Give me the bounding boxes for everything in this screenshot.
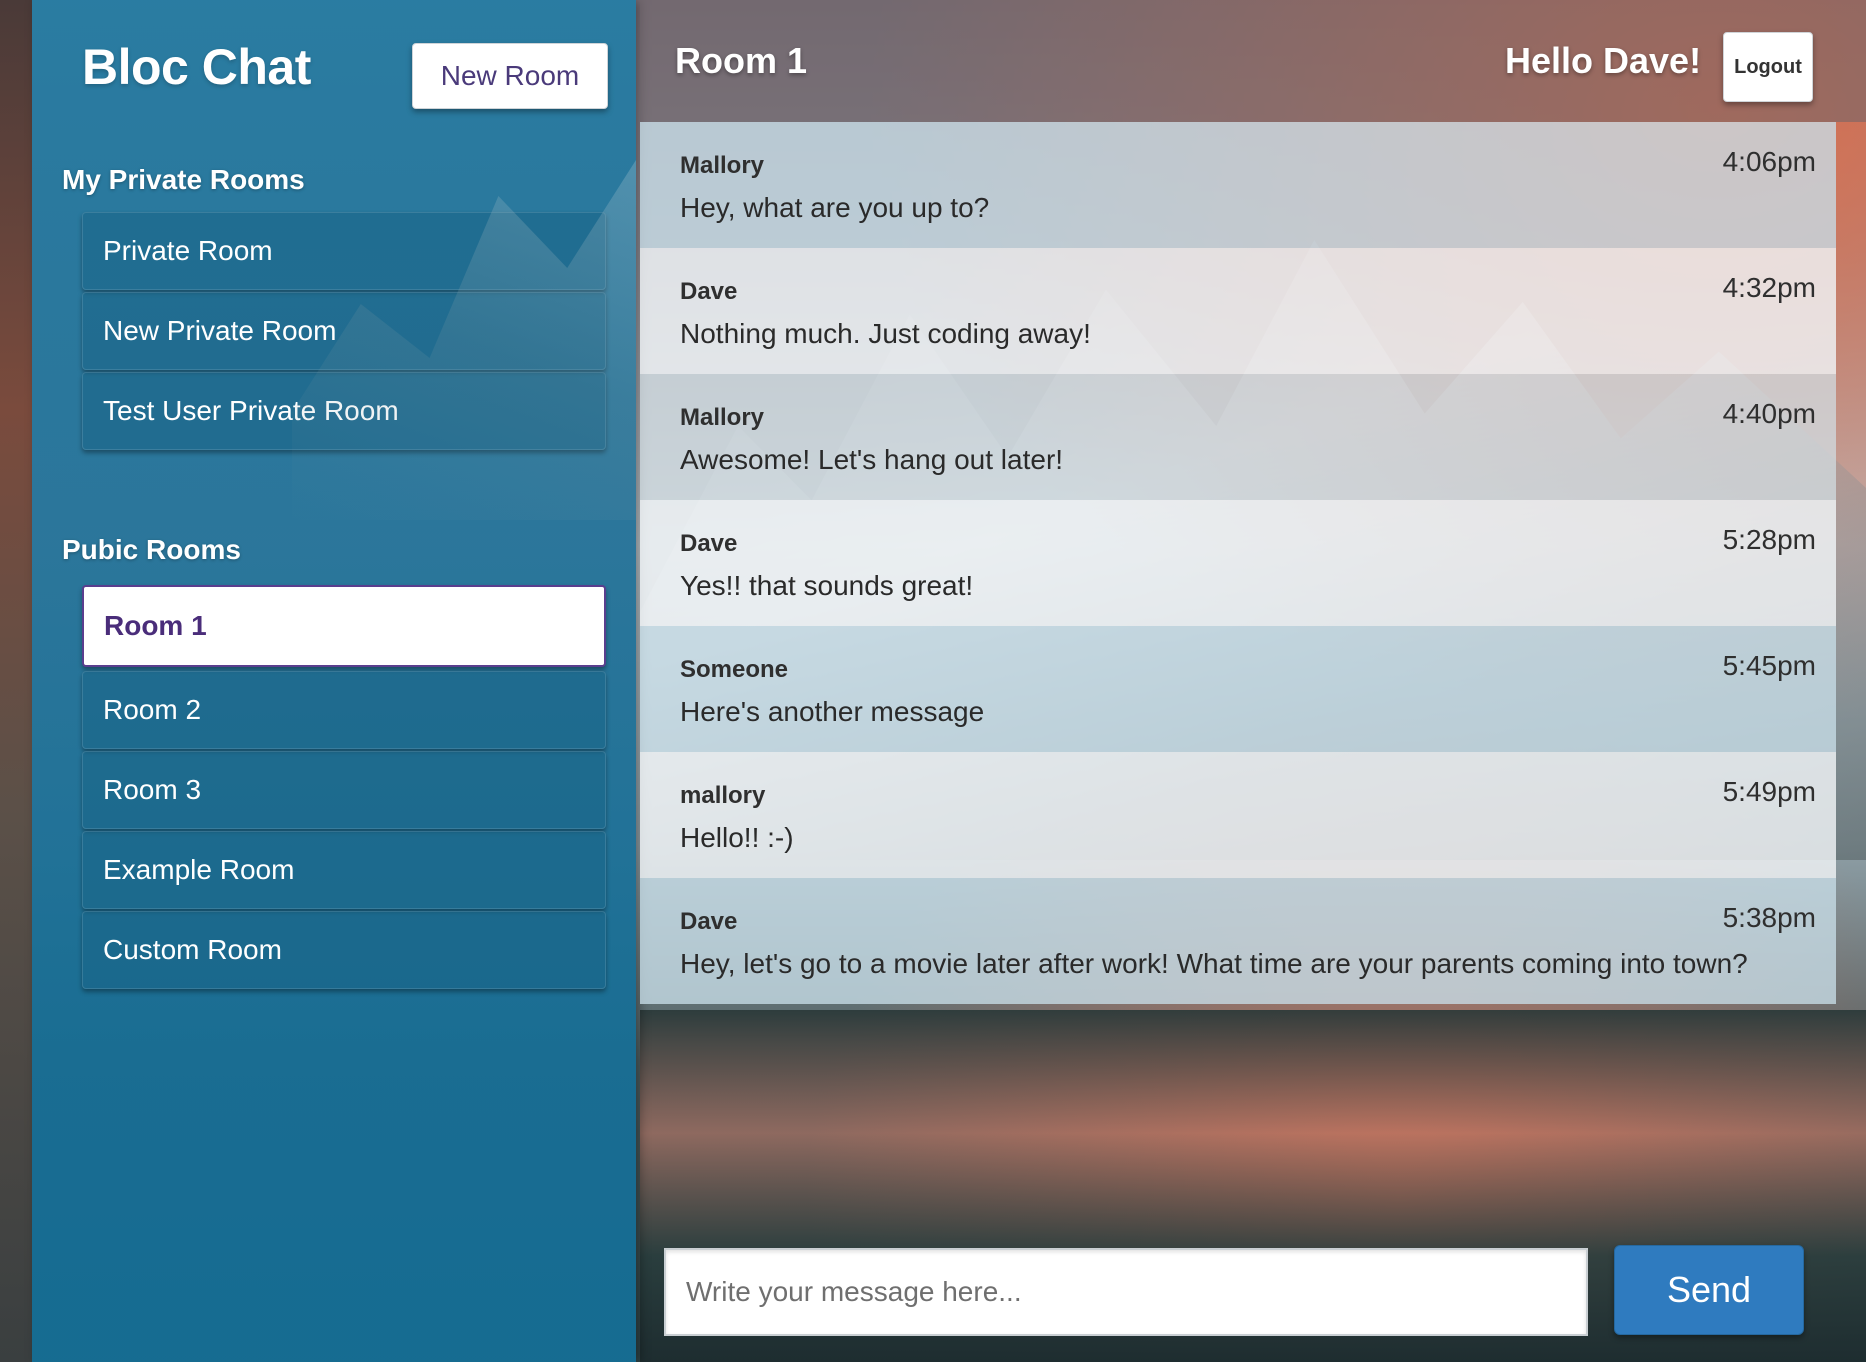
- message-row: Dave 5:28pm Yes!! that sounds great!: [640, 500, 1836, 626]
- message-text: Yes!! that sounds great!: [680, 570, 974, 601]
- app-title: Bloc Chat: [82, 39, 311, 95]
- message-username: Someone: [680, 656, 789, 683]
- private-room-item[interactable]: Test User Private Room: [82, 372, 606, 450]
- public-room-item-active[interactable]: Room 1: [82, 585, 606, 667]
- sidebar: Bloc Chat New Room My Private Rooms Priv…: [32, 0, 636, 1362]
- message-username: Dave: [680, 908, 738, 935]
- public-room-item[interactable]: Example Room: [82, 831, 606, 909]
- message-text: Awesome! Let's hang out later!: [680, 444, 1064, 475]
- private-rooms-heading: My Private Rooms: [62, 164, 305, 195]
- chat-header: Room 1 Hello Dave! Logout: [640, 0, 1866, 122]
- logout-button[interactable]: Logout: [1723, 32, 1813, 102]
- message-text: Hey, what are you up to?: [680, 192, 990, 223]
- message-row: Dave 5:38pm Hey, let's go to a movie lat…: [640, 878, 1836, 1004]
- message-username: Mallory: [680, 404, 765, 431]
- room-label: Room 1: [104, 610, 207, 641]
- message-username: mallory: [680, 782, 766, 809]
- message-timestamp: 5:45pm: [1722, 650, 1816, 681]
- new-room-button[interactable]: New Room: [412, 43, 608, 109]
- message-row: Mallory 4:40pm Awesome! Let's hang out l…: [640, 374, 1836, 500]
- message-timestamp: 5:49pm: [1722, 776, 1816, 807]
- message-text: Nothing much. Just coding away!: [680, 318, 1091, 349]
- message-row: Mallory 4:06pm Hey, what are you up to?: [640, 122, 1836, 248]
- message-username: Mallory: [680, 152, 765, 179]
- room-label: New Private Room: [103, 315, 337, 346]
- message-timestamp: 4:40pm: [1722, 398, 1816, 429]
- user-greeting: Hello Dave!: [1505, 40, 1702, 81]
- message-timestamp: 5:38pm: [1722, 902, 1816, 933]
- current-room-title: Room 1: [675, 40, 808, 81]
- public-room-list: Room 1 Room 2 Room 3 Example Room Custom…: [82, 585, 606, 991]
- message-input[interactable]: [664, 1248, 1588, 1336]
- message-row: Dave 4:32pm Nothing much. Just coding aw…: [640, 248, 1836, 374]
- message-username: Dave: [680, 530, 738, 557]
- room-label: Room 3: [103, 774, 202, 805]
- message-list: Mallory 4:06pm Hey, what are you up to? …: [640, 122, 1836, 1004]
- public-room-item[interactable]: Room 3: [82, 751, 606, 829]
- message-row: mallory 5:49pm Hello!! :-): [640, 752, 1836, 878]
- message-timestamp: 4:06pm: [1722, 146, 1816, 177]
- private-room-list: Private Room New Private Room Test User …: [82, 212, 606, 452]
- room-label: Example Room: [103, 854, 295, 885]
- room-label: Room 2: [103, 694, 202, 725]
- message-timestamp: 4:32pm: [1722, 272, 1816, 303]
- private-room-item[interactable]: New Private Room: [82, 292, 606, 370]
- public-room-item[interactable]: Room 2: [82, 671, 606, 749]
- background-edge: [0, 0, 32, 1362]
- message-text: Hello!! :-): [680, 822, 794, 853]
- message-timestamp: 5:28pm: [1722, 524, 1816, 555]
- room-label: Custom Room: [103, 934, 282, 965]
- public-rooms-heading: Pubic Rooms: [62, 534, 241, 565]
- message-text: Here's another message: [680, 696, 985, 727]
- send-button[interactable]: Send: [1614, 1245, 1804, 1335]
- private-room-item[interactable]: Private Room: [82, 212, 606, 290]
- room-label: Private Room: [103, 235, 273, 266]
- message-row: Someone 5:45pm Here's another message: [640, 626, 1836, 752]
- message-text: Hey, let's go to a movie later after wor…: [680, 948, 1748, 979]
- room-label: Test User Private Room: [103, 395, 399, 426]
- message-username: Dave: [680, 278, 738, 305]
- public-room-item[interactable]: Custom Room: [82, 911, 606, 989]
